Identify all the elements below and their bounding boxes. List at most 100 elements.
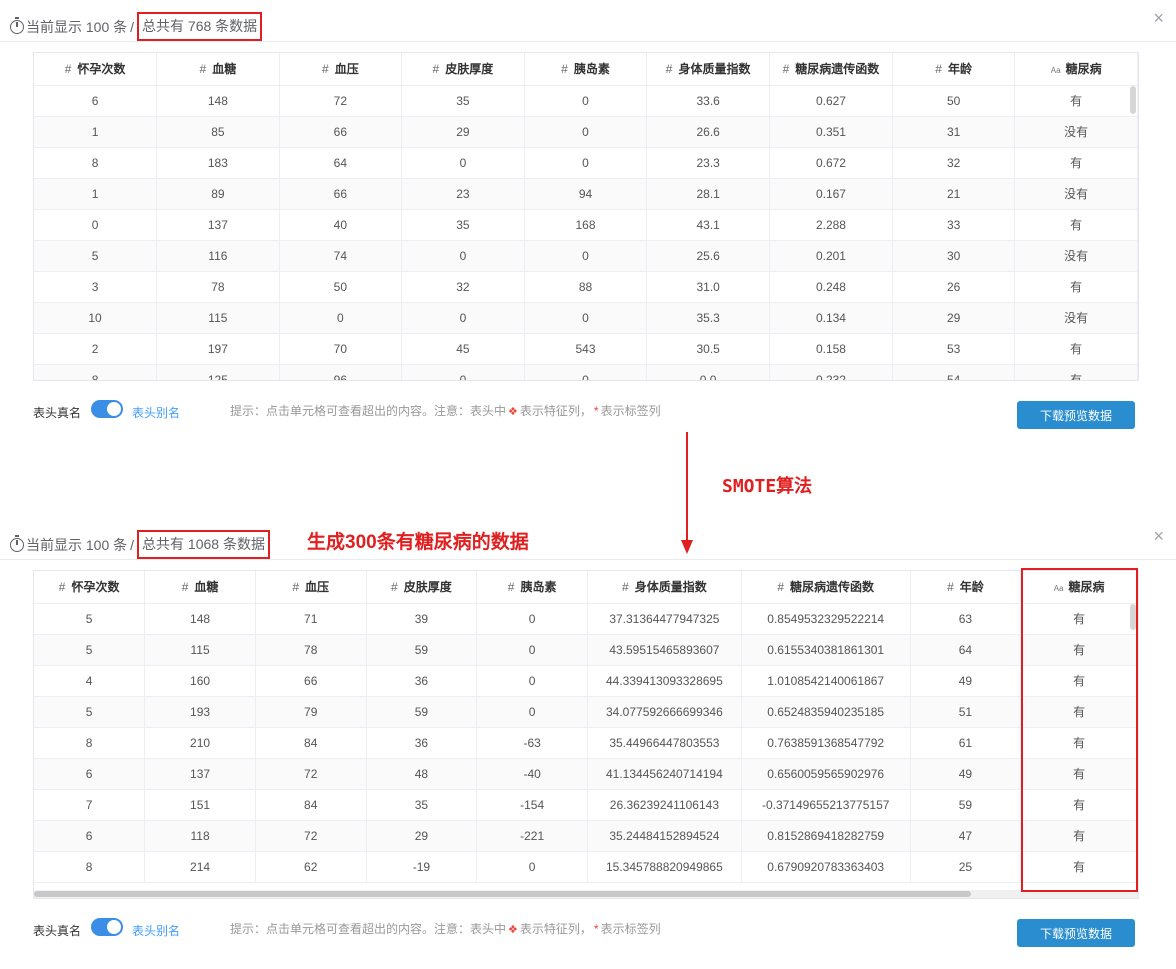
top-data-table[interactable]: # 怀孕次数 # 血糖 # 血压 # 皮肤厚度 # 胰岛素 # 身体质量指数 # 糖尿病遗传函数 # 年龄 Aa… bbox=[33, 52, 1139, 381]
table-cell[interactable]: 28.1 bbox=[646, 178, 771, 210]
table-cell[interactable]: 30.5 bbox=[646, 333, 771, 365]
table-cell[interactable]: 10 bbox=[34, 302, 158, 334]
table-cell[interactable]: 8 bbox=[34, 851, 146, 883]
table-cell[interactable]: 23.3 bbox=[646, 147, 771, 179]
table-cell[interactable]: 0 bbox=[476, 696, 588, 728]
table-cell[interactable]: 有 bbox=[1014, 85, 1138, 117]
table-cell[interactable]: -63 bbox=[476, 727, 588, 759]
table-cell[interactable]: 1 bbox=[34, 178, 158, 210]
column-header[interactable]: Aa 糖尿病 bbox=[1020, 571, 1138, 604]
table-cell[interactable]: 151 bbox=[144, 789, 256, 821]
table-cell[interactable]: 137 bbox=[156, 209, 280, 241]
table-cell[interactable]: 0 bbox=[524, 302, 648, 334]
column-header[interactable]: # 血压 bbox=[255, 571, 367, 604]
table-cell[interactable]: 0 bbox=[524, 116, 648, 148]
table-cell[interactable]: 94 bbox=[524, 178, 648, 210]
table-cell[interactable]: 26.6 bbox=[646, 116, 771, 148]
table-cell[interactable]: 74 bbox=[279, 240, 403, 272]
table-cell[interactable]: 35.24484152894524 bbox=[587, 820, 742, 852]
table-cell[interactable]: 37.31364477947325 bbox=[587, 603, 742, 635]
table-cell[interactable]: 115 bbox=[144, 634, 256, 666]
horizontal-scrollbar-thumb[interactable] bbox=[34, 891, 971, 897]
table-cell[interactable]: 31.0 bbox=[646, 271, 771, 303]
table-cell[interactable]: 0 bbox=[524, 85, 648, 117]
table-cell[interactable]: 72 bbox=[279, 85, 403, 117]
table-cell[interactable]: 137 bbox=[144, 758, 256, 790]
table-cell[interactable]: 没有 bbox=[1014, 178, 1138, 210]
table-cell[interactable]: 4 bbox=[34, 665, 146, 697]
table-cell[interactable]: 有 bbox=[1020, 789, 1138, 821]
table-cell[interactable]: 29 bbox=[892, 302, 1016, 334]
table-cell[interactable]: 29 bbox=[401, 116, 525, 148]
table-cell[interactable]: 0.6524835940235185 bbox=[741, 696, 911, 728]
table-cell[interactable]: 0 bbox=[524, 240, 648, 272]
column-header[interactable]: # 怀孕次数 bbox=[34, 53, 158, 86]
table-cell[interactable]: 0.8549532329522214 bbox=[741, 603, 911, 635]
table-cell[interactable]: 96 bbox=[279, 364, 403, 380]
close-icon[interactable]: × bbox=[1153, 526, 1164, 546]
table-cell[interactable]: 0 bbox=[279, 302, 403, 334]
table-cell[interactable]: 89 bbox=[156, 178, 280, 210]
table-cell[interactable]: 32 bbox=[892, 147, 1016, 179]
table-cell[interactable]: 193 bbox=[144, 696, 256, 728]
table-cell[interactable]: 25.6 bbox=[646, 240, 771, 272]
table-cell[interactable]: 50 bbox=[279, 271, 403, 303]
column-header[interactable]: # 年龄 bbox=[892, 53, 1016, 86]
download-preview-button[interactable]: 下载预览数据 bbox=[1017, 919, 1135, 947]
table-cell[interactable]: 0.201 bbox=[769, 240, 893, 272]
table-cell[interactable]: 78 bbox=[255, 634, 367, 666]
table-cell[interactable]: 0.134 bbox=[769, 302, 893, 334]
table-cell[interactable]: 6 bbox=[34, 85, 158, 117]
table-cell[interactable]: 64 bbox=[279, 147, 403, 179]
table-cell[interactable]: 39 bbox=[366, 603, 478, 635]
table-cell[interactable]: 8 bbox=[34, 727, 146, 759]
table-cell[interactable]: 84 bbox=[255, 727, 367, 759]
table-cell[interactable]: 26 bbox=[892, 271, 1016, 303]
table-cell[interactable]: 148 bbox=[156, 85, 280, 117]
table-cell[interactable]: 79 bbox=[255, 696, 367, 728]
table-cell[interactable]: 2 bbox=[34, 333, 158, 365]
table-cell[interactable]: 43.59515465893607 bbox=[587, 634, 742, 666]
column-header[interactable]: # 身体质量指数 bbox=[587, 571, 742, 604]
table-cell[interactable]: 没有 bbox=[1014, 240, 1138, 272]
table-cell[interactable]: 29 bbox=[366, 820, 478, 852]
column-header[interactable]: # 胰岛素 bbox=[476, 571, 588, 604]
download-preview-button[interactable]: 下载预览数据 bbox=[1017, 401, 1135, 429]
table-cell[interactable]: 有 bbox=[1020, 851, 1138, 883]
table-cell[interactable]: 8 bbox=[34, 147, 158, 179]
table-cell[interactable]: 33 bbox=[892, 209, 1016, 241]
table-cell[interactable]: 有 bbox=[1014, 271, 1138, 303]
table-cell[interactable]: 0 bbox=[476, 634, 588, 666]
table-cell[interactable]: -154 bbox=[476, 789, 588, 821]
table-cell[interactable]: 没有 bbox=[1014, 116, 1138, 148]
table-cell[interactable]: 5 bbox=[34, 240, 158, 272]
table-cell[interactable]: 1 bbox=[34, 116, 158, 148]
header-alias-label[interactable]: 表头别名 bbox=[132, 922, 180, 939]
table-cell[interactable]: 44.339413093328695 bbox=[587, 665, 742, 697]
table-cell[interactable]: 71 bbox=[255, 603, 367, 635]
table-cell[interactable]: 有 bbox=[1014, 364, 1138, 380]
table-cell[interactable]: 50 bbox=[892, 85, 1016, 117]
table-cell[interactable]: 5 bbox=[34, 603, 146, 635]
table-cell[interactable]: 8 bbox=[34, 364, 158, 380]
table-cell[interactable]: 62 bbox=[255, 851, 367, 883]
table-cell[interactable]: 54 bbox=[892, 364, 1016, 380]
table-cell[interactable]: 33.6 bbox=[646, 85, 771, 117]
column-header[interactable]: # 皮肤厚度 bbox=[401, 53, 525, 86]
table-cell[interactable]: 214 bbox=[144, 851, 256, 883]
column-header[interactable]: # 血糖 bbox=[156, 53, 280, 86]
column-header[interactable]: # 胰岛素 bbox=[524, 53, 648, 86]
table-cell[interactable]: 45 bbox=[401, 333, 525, 365]
table-cell[interactable]: 49 bbox=[910, 665, 1022, 697]
table-cell[interactable]: 53 bbox=[892, 333, 1016, 365]
table-cell[interactable]: 0 bbox=[34, 209, 158, 241]
table-cell[interactable]: 26.36239241106143 bbox=[587, 789, 742, 821]
table-cell[interactable]: 有 bbox=[1020, 603, 1138, 635]
table-cell[interactable]: 49 bbox=[910, 758, 1022, 790]
column-header[interactable]: # 年龄 bbox=[910, 571, 1022, 604]
table-cell[interactable]: 25 bbox=[910, 851, 1022, 883]
table-cell[interactable]: 0.0 bbox=[646, 364, 771, 380]
table-cell[interactable]: 0 bbox=[476, 603, 588, 635]
table-cell[interactable]: -40 bbox=[476, 758, 588, 790]
table-cell[interactable]: 35 bbox=[401, 209, 525, 241]
